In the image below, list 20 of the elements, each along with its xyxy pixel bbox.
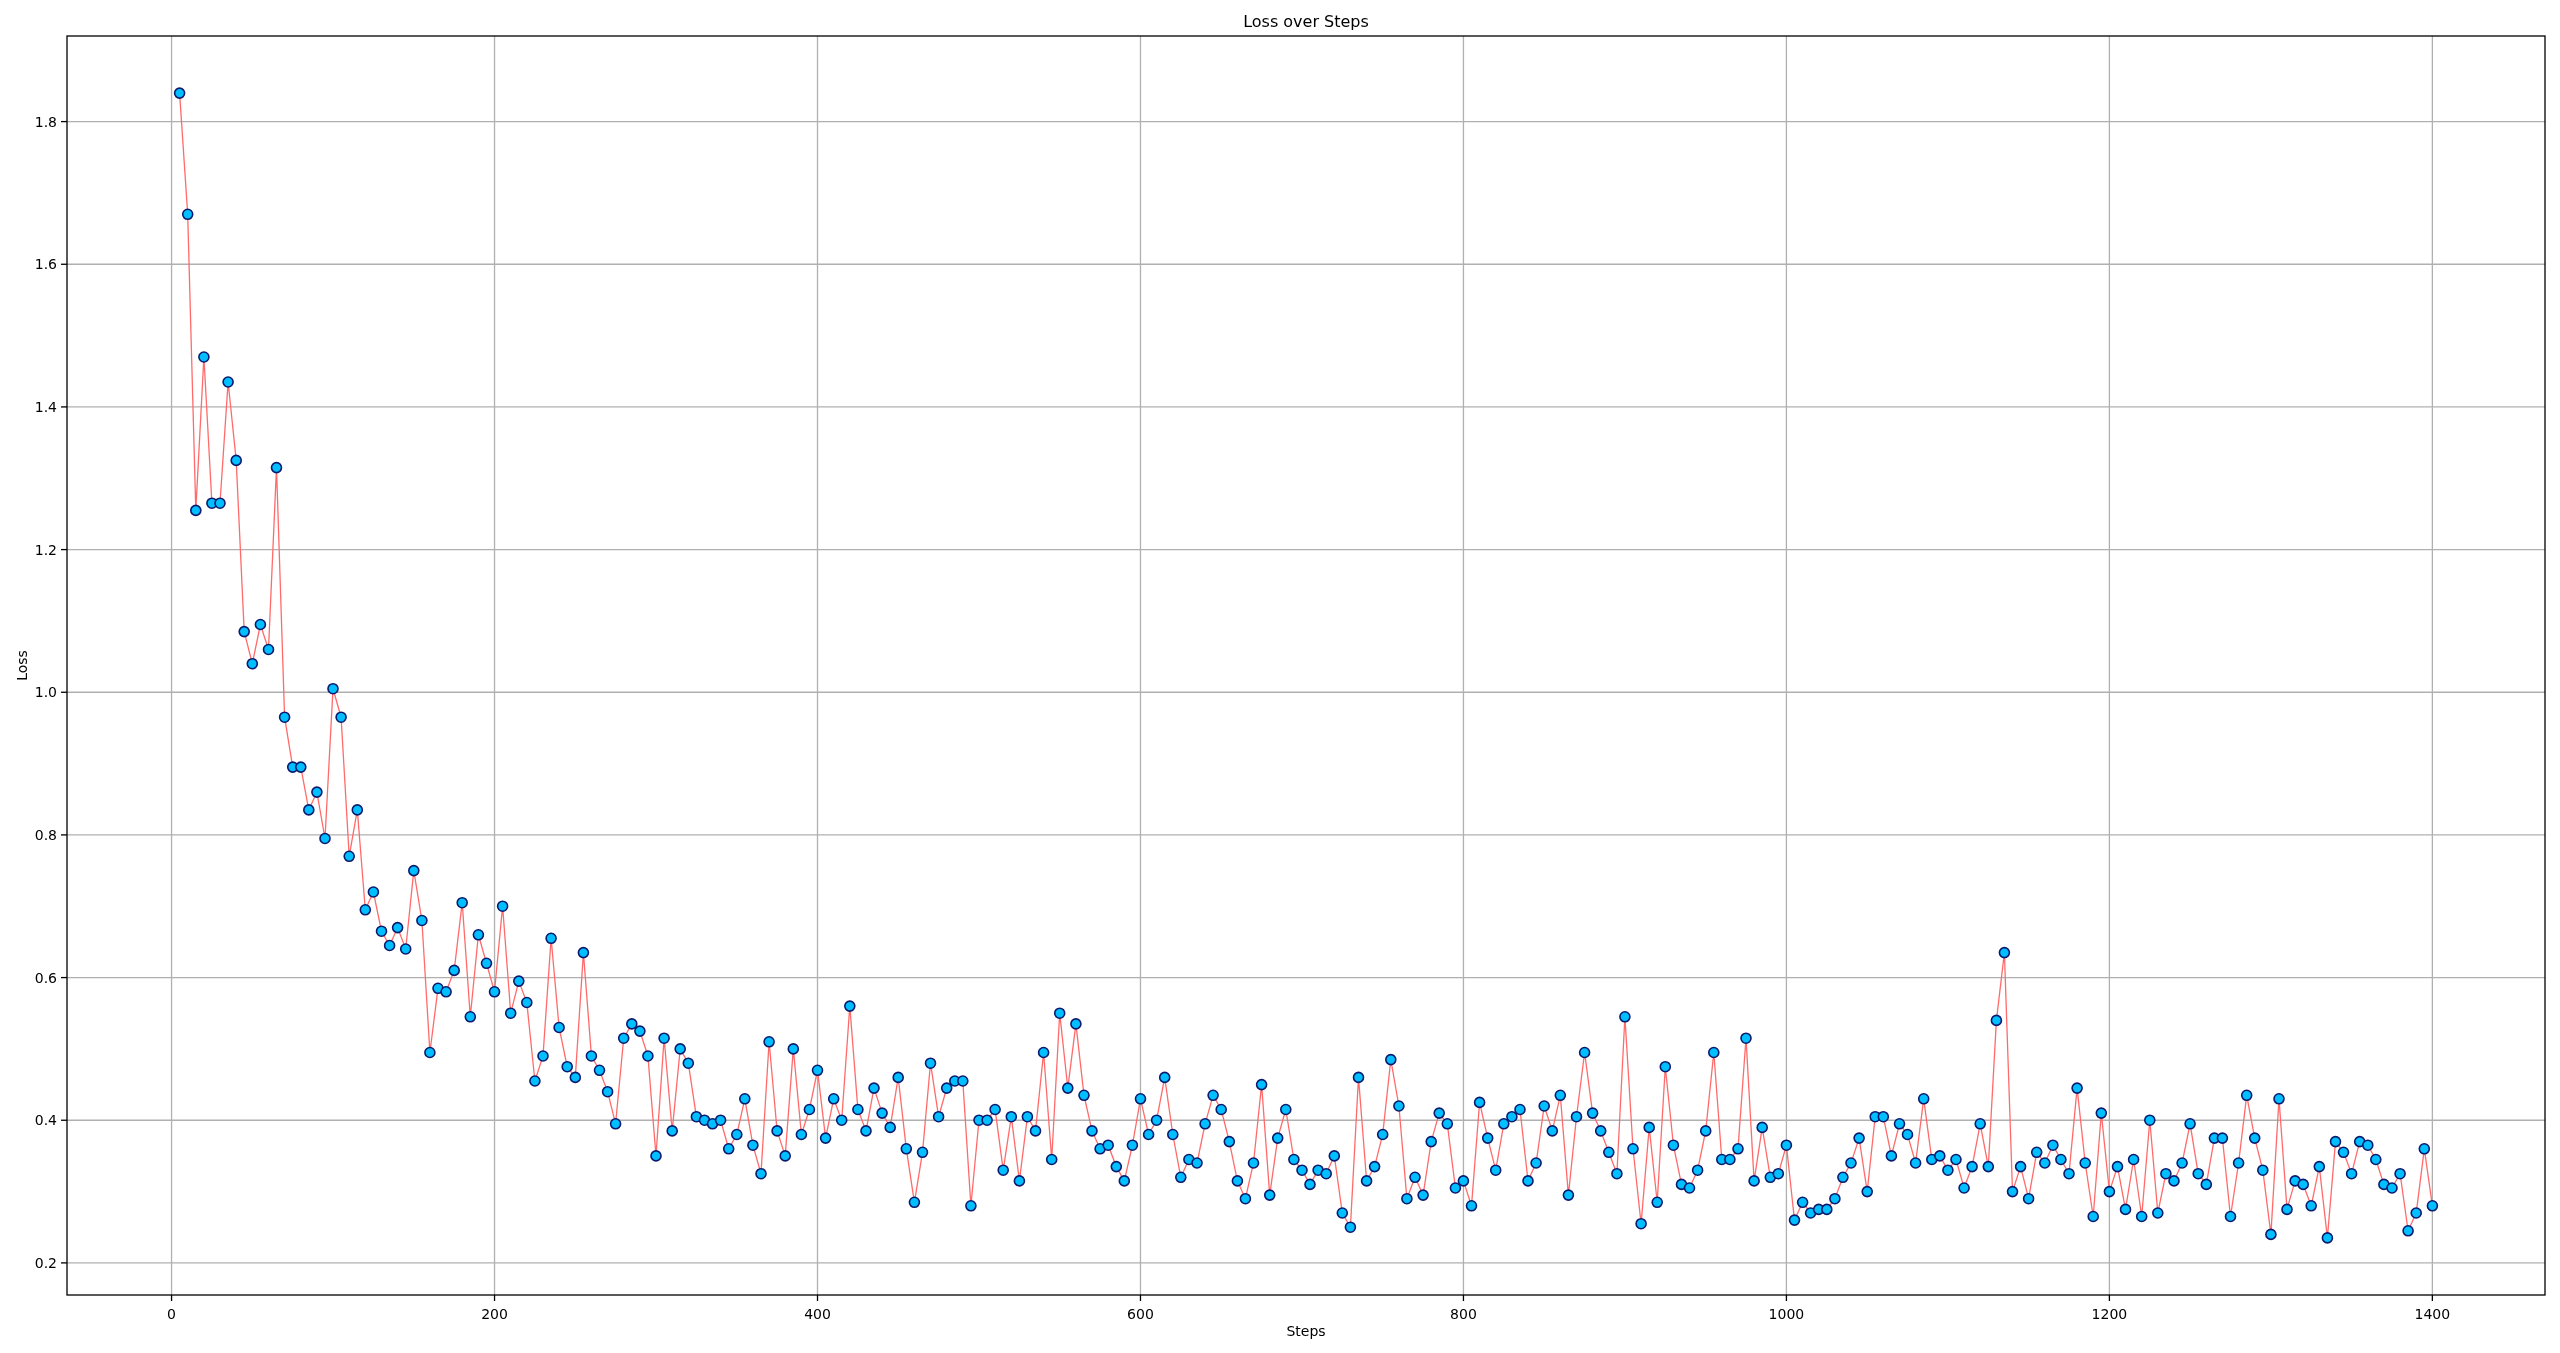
x-axis-label: Steps [1286,1323,1326,1339]
y-tick-label: 0.8 [34,826,57,843]
y-tick-label: 0.4 [34,1112,57,1129]
x-tick-label: 1400 [2414,1306,2451,1322]
y-axis-label: Loss [14,650,30,681]
x-tick-label: 1200 [2091,1306,2128,1322]
x-tick-label: 400 [804,1306,831,1322]
y-tick-label: 1.6 [34,256,57,273]
x-tick-label: 600 [1127,1306,1154,1322]
y-tick-label: 0.6 [34,969,57,986]
y-tick-label: 1.2 [34,541,57,558]
x-tick-label: 800 [1450,1306,1477,1322]
y-tick-label: 1.0 [34,684,57,701]
x-tick-label: 0 [167,1306,176,1322]
y-tick-label: 0.2 [34,1254,57,1271]
y-tick-label: 1.8 [34,113,57,130]
y-tick-label: 1.4 [34,398,57,415]
x-tick-label: 1000 [1768,1306,1805,1322]
x-tick-label: 200 [481,1306,508,1322]
chart-title: Loss over Steps [1243,12,1369,31]
